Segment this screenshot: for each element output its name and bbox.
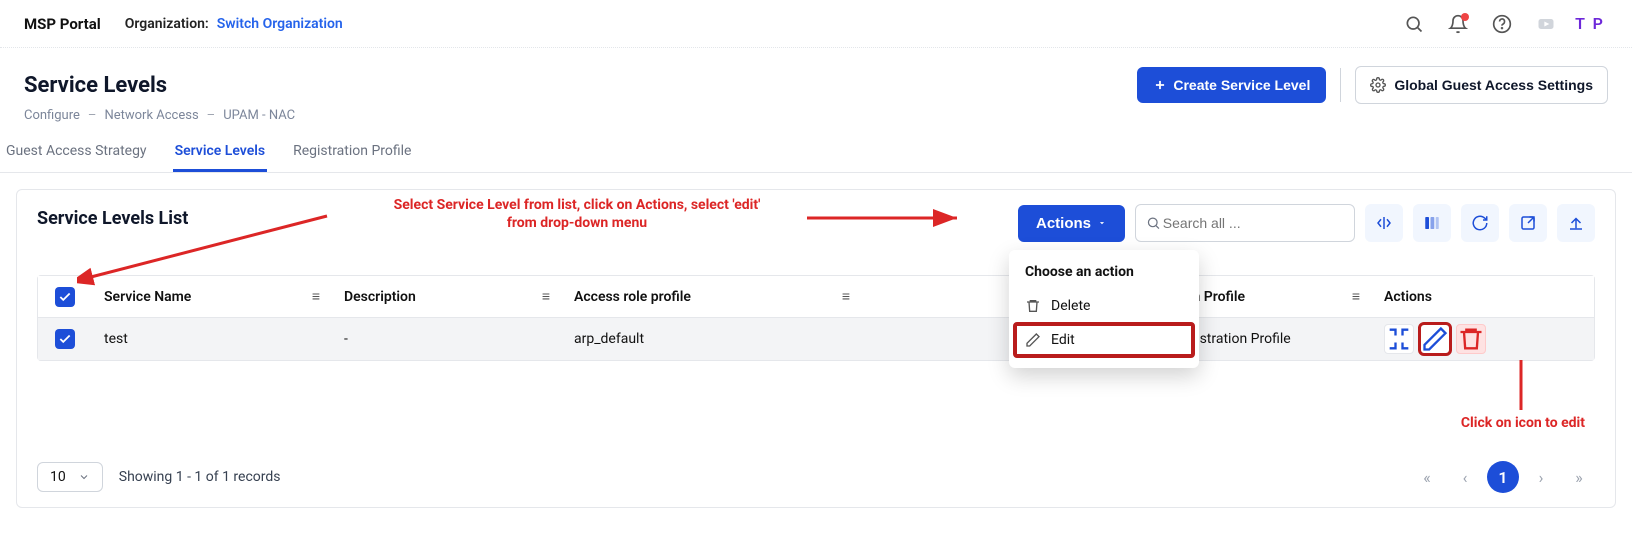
tab-registration-profile[interactable]: Registration Profile — [291, 133, 413, 172]
topbar: MSP Portal Organization: Switch Organiza… — [0, 0, 1632, 48]
pencil-icon — [1025, 332, 1041, 348]
page-last-button[interactable]: » — [1563, 461, 1595, 493]
card-title: Service Levels List — [37, 208, 188, 229]
page-size-select[interactable]: 10 — [37, 462, 103, 492]
search-icon — [1146, 215, 1161, 231]
breadcrumb-network-access[interactable]: Network Access — [104, 108, 198, 123]
global-guest-access-button[interactable]: Global Guest Access Settings — [1355, 66, 1608, 104]
chevron-down-icon — [78, 471, 90, 483]
col-description: Description — [344, 289, 416, 305]
grip-icon[interactable]: ≡ — [842, 288, 850, 305]
dropdown-title: Choose an action — [1009, 264, 1199, 290]
notifications-icon[interactable] — [1440, 6, 1476, 42]
cell-access-role-profile: arp_default — [562, 331, 862, 347]
grip-icon[interactable]: ≡ — [312, 288, 320, 305]
dropdown-item-edit[interactable]: Edit — [1015, 324, 1193, 356]
export-icon[interactable] — [1509, 204, 1547, 242]
breadcrumb: Configure – Network Access – UPAM - NAC — [0, 104, 1632, 133]
tab-guest-access-strategy[interactable]: Guest Access Strategy — [4, 133, 149, 172]
grip-icon[interactable]: ≡ — [542, 288, 550, 305]
avatar[interactable]: T P — [1572, 6, 1608, 42]
cell-service-name: test — [92, 331, 332, 347]
global-button-label: Global Guest Access Settings — [1394, 77, 1593, 93]
col-service-name: Service Name — [104, 289, 191, 305]
tab-service-levels[interactable]: Service Levels — [173, 133, 268, 172]
row-edit-icon[interactable] — [1420, 324, 1450, 354]
page-prev-button[interactable]: ‹ — [1449, 461, 1481, 493]
video-icon[interactable] — [1528, 6, 1564, 42]
tabs: Guest Access Strategy Service Levels Reg… — [0, 133, 1632, 173]
page-first-button[interactable]: « — [1411, 461, 1443, 493]
dropdown-edit-label: Edit — [1051, 332, 1075, 348]
grip-icon[interactable]: ≡ — [1352, 288, 1360, 305]
col-access-role-profile: Access role profile — [574, 289, 691, 305]
switch-organization-link[interactable]: Switch Organization — [217, 16, 343, 32]
create-button-label: Create Service Level — [1173, 77, 1310, 93]
row-view-icon[interactable] — [1384, 324, 1414, 354]
separator — [1340, 68, 1341, 102]
row-delete-icon[interactable] — [1456, 324, 1486, 354]
help-icon[interactable] — [1484, 6, 1520, 42]
service-levels-card: Service Levels List Select Service Level… — [16, 189, 1616, 508]
pager: 10 Showing 1 - 1 of 1 records « ‹ 1 › » — [37, 461, 1595, 493]
page-title: Service Levels — [24, 73, 167, 98]
cell-description: - — [332, 331, 562, 347]
resize-columns-icon[interactable] — [1365, 204, 1403, 242]
dropdown-item-delete[interactable]: Delete — [1009, 290, 1199, 322]
breadcrumb-upam-nac[interactable]: UPAM - NAC — [223, 108, 295, 123]
annotation-main-line1: Select Service Level from list, click on… — [317, 196, 837, 214]
create-service-level-button[interactable]: Create Service Level — [1137, 67, 1326, 103]
refresh-icon[interactable] — [1461, 204, 1499, 242]
actions-button[interactable]: Actions — [1018, 205, 1125, 242]
header-checkbox-cell — [38, 276, 92, 317]
service-levels-table: Service Name ≡ Description ≡ Access role p… — [37, 275, 1595, 361]
columns-icon[interactable] — [1413, 204, 1451, 242]
annotation-main-line2: from drop-down menu — [317, 214, 837, 232]
page-header: Service Levels Create Service Level Glob… — [0, 48, 1632, 104]
select-all-checkbox[interactable] — [55, 287, 75, 307]
actions-dropdown: Choose an action Delete Edit — [1009, 250, 1199, 368]
page-info: Showing 1 - 1 of 1 records — [119, 469, 281, 485]
organization-label: Organization: — [125, 16, 209, 32]
table-header-row: Service Name ≡ Description ≡ Access role p… — [38, 276, 1594, 318]
dropdown-delete-label: Delete — [1051, 298, 1090, 314]
actions-button-label: Actions — [1036, 215, 1091, 232]
card-toolbar: Actions — [1018, 204, 1595, 242]
search-box[interactable] — [1135, 204, 1355, 242]
col-actions: Actions — [1384, 289, 1432, 305]
search-input[interactable] — [1161, 214, 1344, 232]
annotation-right: Click on icon to edit — [1461, 414, 1585, 432]
page-next-button[interactable]: › — [1525, 461, 1557, 493]
row-checkbox[interactable] — [55, 329, 75, 349]
table-row: test - arp_default Default Registration … — [38, 318, 1594, 360]
upload-icon[interactable] — [1557, 204, 1595, 242]
brand: MSP Portal — [24, 15, 101, 33]
page-current[interactable]: 1 — [1487, 461, 1519, 493]
trash-icon — [1025, 298, 1041, 314]
breadcrumb-configure[interactable]: Configure — [24, 108, 80, 123]
page-size-value: 10 — [50, 469, 66, 485]
search-icon[interactable] — [1396, 6, 1432, 42]
